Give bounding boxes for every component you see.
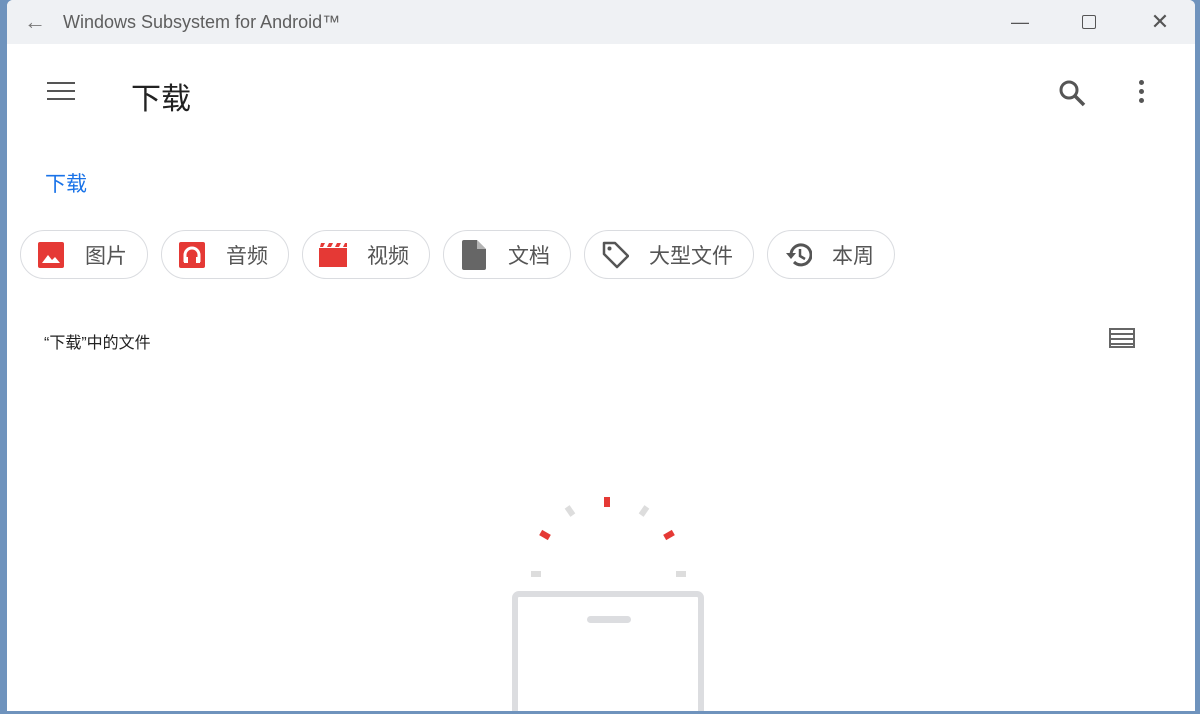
search-icon[interactable] [1057,78,1087,108]
chip-audio[interactable]: 音频 [161,230,289,279]
breadcrumb[interactable]: 下载 [45,168,87,198]
back-button[interactable]: ← [7,9,63,35]
chip-documents[interactable]: 文档 [443,230,571,279]
chip-label: 图片 [85,244,127,268]
chip-label: 视频 [367,244,409,268]
tag-icon [601,241,629,269]
chip-large-files[interactable]: 大型文件 [584,230,754,279]
section-title: “下载”中的文件 [44,335,151,352]
chip-label: 本周 [832,244,874,268]
app-bar: 下载 [7,44,1195,144]
chip-images[interactable]: 图片 [20,230,148,279]
chip-label: 音频 [226,244,268,268]
hamburger-menu-icon[interactable] [47,82,75,106]
movie-icon [319,241,347,269]
minimize-button[interactable]: — [985,0,1055,44]
close-button[interactable]: ✕ [1125,0,1195,44]
window-title: Windows Subsystem for Android™ [63,11,341,32]
headphones-icon [178,241,206,269]
app-window: ← Windows Subsystem for Android™ — ✕ 下载 … [7,0,1195,711]
page-title: 下载 [131,83,191,116]
more-options-icon[interactable] [1139,80,1147,107]
chip-video[interactable]: 视频 [302,230,430,279]
chip-label: 大型文件 [649,244,733,268]
chip-label: 文档 [508,244,550,268]
document-icon [460,239,488,270]
maximize-button[interactable] [1054,0,1124,44]
empty-state-illustration [512,497,704,711]
title-bar: ← Windows Subsystem for Android™ — ✕ [7,0,1195,44]
chip-this-week[interactable]: 本周 [767,230,895,279]
image-icon [37,241,65,269]
history-icon [784,241,812,269]
filter-chips: 图片 音频 视频 文档 大型文件 本周 [20,230,895,279]
list-view-toggle-icon[interactable] [1109,328,1135,348]
